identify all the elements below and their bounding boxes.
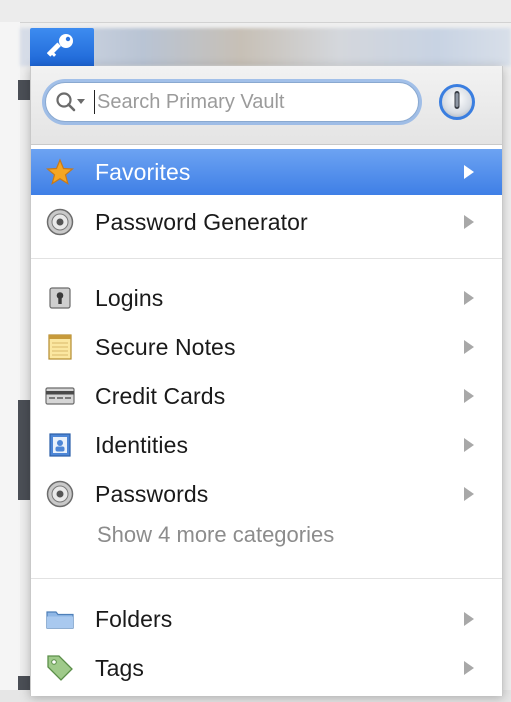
submenu-arrow-icon (464, 215, 474, 229)
submenu-arrow-icon (464, 291, 474, 305)
search-field[interactable] (45, 82, 419, 122)
password-generator-icon (45, 207, 75, 237)
menu-item-label: Secure Notes (95, 333, 236, 360)
background-titlebar (0, 0, 511, 23)
menu-item-tags[interactable]: Tags (31, 645, 502, 691)
menu-item-favorites[interactable]: Favorites (31, 149, 502, 195)
submenu-arrow-icon (464, 487, 474, 501)
menu-item-label: Credit Cards (95, 382, 226, 409)
submenu-arrow-icon (464, 389, 474, 403)
menu-item-label: Password Generator (95, 208, 308, 235)
credit-card-icon (45, 381, 75, 411)
1password-toolbar-button[interactable] (30, 28, 94, 68)
background-element (18, 400, 30, 500)
lock-button[interactable] (439, 84, 475, 120)
identity-icon (45, 430, 75, 460)
password-icon (45, 479, 75, 509)
submenu-arrow-icon (464, 340, 474, 354)
key-icon (46, 31, 77, 66)
menu-item-label: Logins (95, 284, 164, 311)
menu-item-label: Tags (95, 654, 144, 681)
menu-item-identities[interactable]: Identities (31, 422, 502, 468)
menu-item-label: Passwords (95, 480, 209, 507)
menu-item-logins[interactable]: Logins (31, 275, 502, 321)
folder-icon (45, 604, 75, 634)
submenu-arrow-icon (464, 612, 474, 626)
submenu-arrow-icon (464, 438, 474, 452)
background-element (18, 80, 30, 100)
star-icon (45, 157, 75, 187)
login-icon (45, 283, 75, 313)
menu-item-folders[interactable]: Folders (31, 596, 502, 642)
menu-item-password-generator[interactable]: Password Generator (31, 199, 502, 245)
menu-item-credit-cards[interactable]: Credit Cards (31, 373, 502, 419)
submenu-arrow-icon (464, 661, 474, 675)
menu-separator (31, 578, 502, 579)
tag-icon (45, 653, 75, 683)
menu-item-passwords[interactable]: Passwords (31, 471, 502, 517)
1password-popup-menu: Favorites Password Generator Logins (30, 66, 503, 696)
search-icon[interactable] (54, 88, 94, 116)
menu-item-label: Identities (95, 431, 189, 458)
background-element (18, 676, 30, 690)
submenu-arrow-icon (464, 165, 474, 179)
secure-note-icon (45, 332, 75, 362)
menu-separator (31, 258, 502, 259)
lock-icon (448, 89, 466, 116)
search-input[interactable] (94, 90, 397, 114)
background-window-edge (0, 22, 20, 702)
menu-item-label: Folders (95, 605, 173, 632)
show-more-categories-link[interactable]: Show 4 more categories (97, 522, 334, 548)
menu-item-secure-notes[interactable]: Secure Notes (31, 324, 502, 370)
menu-item-label: Favorites (95, 158, 191, 185)
search-bar (31, 66, 502, 145)
